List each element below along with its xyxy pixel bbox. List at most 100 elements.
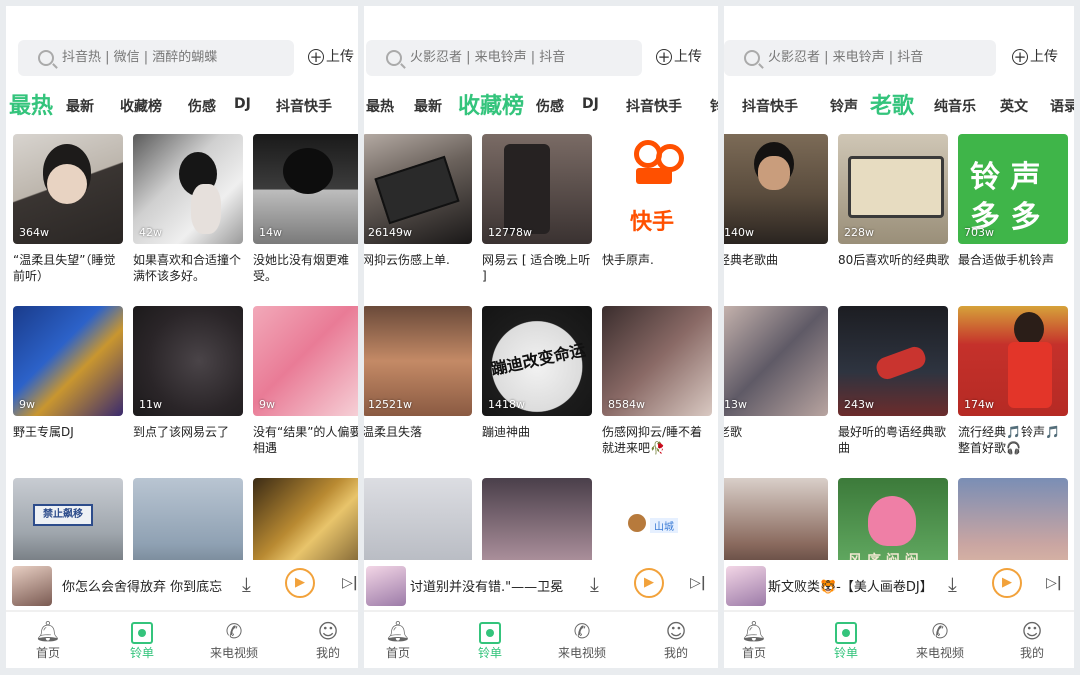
player-avatar [726,566,766,606]
bear-sticker [628,514,646,532]
nav-playlist[interactable]: 铃单 [460,618,520,661]
playlist-cover: 13w [724,306,828,416]
mini-player[interactable]: 讨道别并没有错."——卫冕 ⤓ ▶ ▷| [364,560,718,612]
cassette-icon [848,156,944,218]
playlist-card[interactable]: 12778w 网易云 [ 适合晚上听 ] [482,134,592,284]
nav-home[interactable]: 🔔︎ 首页 [724,618,784,661]
playlist-card[interactable]: 228w 80后喜欢听的经典歌 [838,134,949,268]
playlist-cover: 9w [13,306,123,416]
tab-ringtone[interactable]: 铃 [710,96,718,116]
play-button[interactable]: ▶ [285,568,315,598]
playlist-card[interactable]: 8584w 伤感网抑云/睡不着就进来吧🥀 [602,306,712,456]
bell-icon: 🔔︎ [35,619,61,643]
nav-playlist[interactable]: 铃单 [112,618,172,661]
nav-mine[interactable]: ☺ 我的 [298,618,358,661]
playlist-card[interactable]: 9w 没有“结果”的人偏要相遇 [253,306,358,456]
tab-favorites[interactable]: 收藏榜 [458,88,524,120]
playlist-cover: 42w [133,134,243,244]
upload-button[interactable]: + 上传 [308,46,354,66]
tab-english[interactable]: 英文 [1000,96,1028,116]
player-avatar [366,566,406,606]
phone-icon: ✆ [931,619,949,643]
download-icon[interactable]: ⤓ [590,572,599,596]
road-sign: 禁止飙移 [33,504,93,526]
playlist-card[interactable]: 铃 声 多 多 703w 最合适做手机铃声 [958,134,1068,268]
nav-call-video[interactable]: ✆ 来电视频 [204,618,264,661]
download-icon[interactable]: ⤓ [242,572,251,596]
playlist-card[interactable]: 42w 如果喜欢和合适撞个满怀该多好。 [133,134,243,284]
playlist-title: 如果喜欢和合适撞个满怀该多好。 [133,253,242,283]
download-icon[interactable]: ⤓ [948,572,957,596]
plus-icon: + [656,48,672,66]
phone-icon: ✆ [225,619,243,643]
playlist-title: 网易云 [ 适合晚上听 ] [482,253,591,283]
next-icon[interactable]: ▷| [342,575,358,591]
nav-mine[interactable]: ☺ 我的 [1002,618,1062,661]
playlist-card[interactable]: 蹦迪改变命运 1418w 蹦迪神曲 [482,306,592,440]
tab-hot[interactable]: 最热 [366,96,394,116]
tab-dj[interactable]: DJ [582,96,599,112]
playlist-title: 没有“结果”的人偏要相遇 [253,425,358,455]
tab-old-songs[interactable]: 老歌 [870,88,914,120]
nav-mine[interactable]: ☺ 我的 [646,618,706,661]
mini-player[interactable]: 斯文败类🐯-【美人画卷DJ】 ⤓ ▶ ▷| [724,560,1074,612]
playlist-cover: 8584w [602,306,712,416]
fan-text: 蹦迪改变命运 [489,340,588,379]
search-input[interactable]: 火影忍者 | 来电铃声 | 抖音 [724,40,996,76]
tab-instrumental[interactable]: 纯音乐 [934,96,976,116]
tab-sad[interactable]: 伤感 [536,96,564,116]
playlist-cover: 228w [838,134,948,244]
playlist-card[interactable]: 13w 老歌 [724,306,828,440]
profile-icon: ☺ [665,619,687,643]
kuaishou-text: 快手 [630,210,675,235]
playlist-card[interactable]: 9w 野王专属DJ [13,306,123,440]
nav-call-video[interactable]: ✆ 来电视频 [552,618,612,661]
play-button[interactable]: ▶ [634,568,664,598]
tab-douyin-kuaishou[interactable]: 抖音快手 [276,96,332,116]
play-button[interactable]: ▶ [992,568,1022,598]
next-icon[interactable]: ▷| [1046,575,1062,591]
bottom-nav: 🔔︎ 首页 铃单 ✆ 来电视频 ☺ 我的 [6,612,358,668]
upload-button[interactable]: + 上传 [656,46,702,66]
playlist-card[interactable]: 12521w 温柔且失落 [364,306,472,440]
playlist-cover: 26149w [364,134,472,244]
tab-dj[interactable]: DJ [234,96,251,112]
panel-1: 抖音热 | 微信 | 酒醉的蝴蝶 + 上传 最热 最新 收藏榜 伤感 DJ 抖音快… [6,6,358,668]
panel-2: 火影忍者 | 来电铃声 | 抖音 + 上传 最热 最新 收藏榜 伤感 DJ 抖音快… [364,6,718,668]
upload-button[interactable]: + 上传 [1012,46,1058,66]
bell-icon: 🔔︎ [385,619,411,643]
tab-new[interactable]: 最新 [66,96,94,116]
nav-playlist[interactable]: 铃单 [816,618,876,661]
tab-new[interactable]: 最新 [414,96,442,116]
playlist-title: 网抑云伤感上单. [364,253,450,267]
playlist-card[interactable]: 140w 经典老歌曲 [724,134,828,268]
playlist-title: “温柔且失望”（睡觉前听） [13,253,116,283]
playlist-card[interactable]: 11w 到点了该网易云了 [133,306,243,440]
tab-sad[interactable]: 伤感 [188,96,216,116]
tab-favorites[interactable]: 收藏榜 [120,96,162,116]
next-icon[interactable]: ▷| [690,575,706,591]
tab-ringtone[interactable]: 铃声 [830,96,858,116]
playlist-cover: 快手 [602,134,712,244]
nav-home[interactable]: 🔔︎ 首页 [18,618,78,661]
mini-player[interactable]: 你怎么会舍得放弃 你到底忘 ⤓ ▶ ▷| [6,560,358,612]
ringtone-logo-top: 铃 声 [970,160,1041,195]
playlist-card[interactable]: 快手 快手原声. [602,134,712,268]
search-input[interactable]: 抖音热 | 微信 | 酒醉的蝴蝶 [18,40,294,76]
nav-call-video[interactable]: ✆ 来电视频 [910,618,970,661]
search-icon [38,50,54,66]
playlist-card[interactable]: 174w 流行经典🎵铃声🎵整首好歌🎧 [958,306,1068,456]
player-avatar [12,566,52,606]
tab-hot[interactable]: 最热 [9,88,53,120]
search-input[interactable]: 火影忍者 | 来电铃声 | 抖音 [366,40,642,76]
bottom-nav: 🔔︎ 首页 铃单 ✆ 来电视频 ☺ 我的 [724,612,1074,668]
playlist-card[interactable]: 364w “温柔且失望”（睡觉前听） [13,134,123,284]
tab-douyin-kuaishou[interactable]: 抖音快手 [626,96,682,116]
tab-douyin-kuaishou[interactable]: 抖音快手 [742,96,798,116]
playlist-card[interactable]: 243w 最好听的粤语经典歌曲 [838,306,948,456]
playlist-cover: 174w [958,306,1068,416]
nav-home[interactable]: 🔔︎ 首页 [368,618,428,661]
playlist-card[interactable]: 26149w 网抑云伤感上单. [364,134,472,268]
tab-quotes[interactable]: 语录 [1050,96,1074,116]
playlist-card[interactable]: 14w 没她比没有烟更难受。 [253,134,358,284]
